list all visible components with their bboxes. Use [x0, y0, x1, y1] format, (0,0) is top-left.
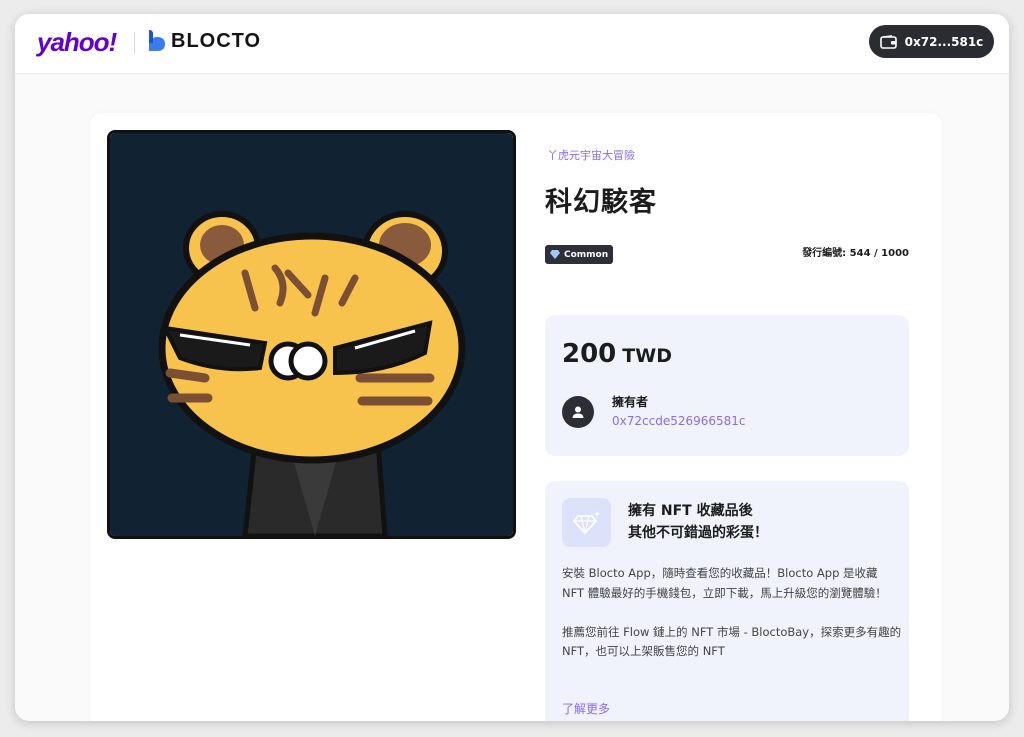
promo-icon-box: [562, 498, 611, 547]
price: 200 TWD: [562, 339, 672, 369]
promo-body: 安裝 Blocto App，隨時查看您的收藏品！Blocto App 是收藏 N…: [562, 564, 902, 681]
owner-address-link[interactable]: 0x72ccde526966581c: [612, 414, 746, 428]
owner-avatar: [562, 396, 594, 428]
owner-label: 擁有者: [612, 395, 649, 409]
promo-title-line1: 擁有 NFT 收藏品後: [628, 503, 753, 519]
promo-panel: 擁有 NFT 收藏品後 其他不可錯過的彩蛋！ 安裝 Blocto App，隨時查…: [545, 481, 909, 721]
nft-title: 科幻駭客: [545, 187, 657, 218]
wallet-icon: [879, 34, 897, 49]
price-currency: TWD: [622, 345, 672, 367]
nft-image[interactable]: [107, 130, 516, 539]
wallet-address: 0x72...581c: [904, 34, 984, 49]
promo-title-line2: 其他不可錯過的彩蛋！: [628, 525, 768, 541]
rarity-label: Common: [564, 249, 609, 260]
yahoo-logo[interactable]: yahoo!: [37, 27, 117, 58]
browser-window: yahoo! BLOCTO 0x72...581c 丫虎元宇宙大冒險 科幻駭客 …: [15, 14, 1009, 721]
logo-divider: [134, 32, 135, 54]
price-panel: 200 TWD 擁有者 0x72ccde526966581c: [545, 315, 909, 456]
edition-number: 發行編號: 544 / 1000: [802, 248, 909, 259]
collection-link[interactable]: 丫虎元宇宙大冒險: [547, 147, 635, 163]
rarity-badge: Common: [545, 245, 614, 264]
promo-paragraph-1: 安裝 Blocto App，隨時查看您的收藏品！Blocto App 是收藏 N…: [562, 566, 887, 600]
gem-sparkle-icon: [572, 510, 600, 534]
promo-title: 擁有 NFT 收藏品後 其他不可錯過的彩蛋！: [628, 500, 768, 544]
diamond-icon: [550, 250, 560, 259]
top-header: yahoo! BLOCTO 0x72...581c: [15, 14, 1009, 74]
user-icon: [572, 406, 584, 418]
blocto-mark-icon: [149, 30, 165, 51]
learn-more-link[interactable]: 了解更多: [562, 700, 610, 717]
nft-detail-card: 丫虎元宇宙大冒險 科幻駭客 Common 發行編號: 544 / 1000 20…: [90, 113, 942, 721]
tiger-hacker-illustration: [110, 133, 513, 536]
blocto-wordmark: BLOCTO: [171, 30, 262, 52]
wallet-button[interactable]: 0x72...581c: [869, 25, 994, 58]
price-amount: 200: [562, 339, 617, 369]
promo-paragraph-2: 推薦您前往 Flow 鏈上的 NFT 市場 - BloctoBay，探索更多有趣…: [562, 624, 902, 659]
